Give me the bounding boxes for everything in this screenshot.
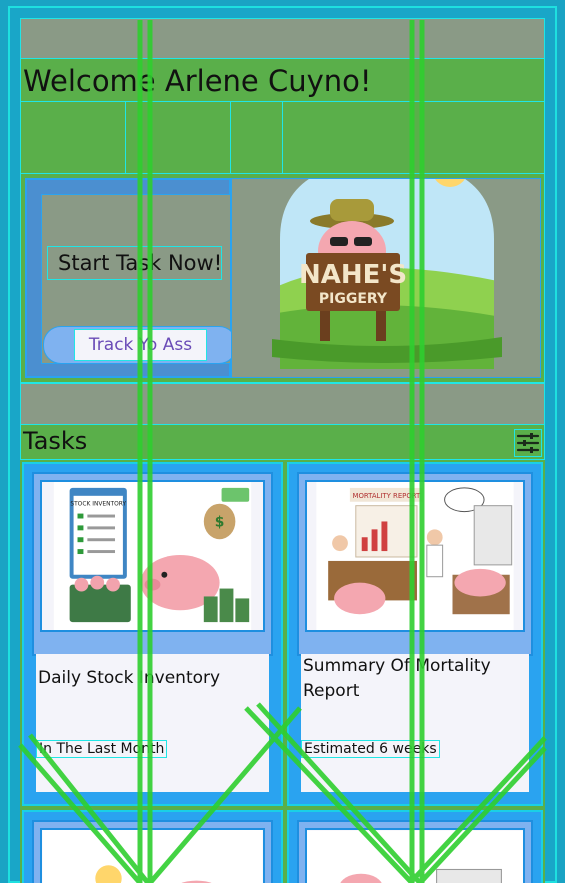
task-illustration <box>307 830 523 883</box>
task-illustration <box>42 830 263 883</box>
start-task-button[interactable]: Start Task Now! <box>47 246 222 280</box>
sliders-icon <box>516 433 540 453</box>
task-name: Daily Stock Inventory <box>38 668 221 688</box>
section-gap <box>20 383 545 425</box>
hero-actions: Start Task Now! Track Yo Ass <box>25 178 237 378</box>
hero-panel: Start Task Now! Track Yo Ass NAHE'S PIGG… <box>20 161 545 383</box>
card-body: Daily Stock Inventory In The Last Month <box>36 654 269 792</box>
logo-area: NAHE'S PIGGERY <box>231 161 541 378</box>
svg-text:PIGGERY: PIGGERY <box>319 291 388 307</box>
track-button-wrap: Track Yo Ass <box>43 326 237 364</box>
tasks-title: Tasks <box>23 427 88 455</box>
piggery-logo: NAHE'S PIGGERY <box>272 161 502 369</box>
task-card[interactable] <box>287 810 543 883</box>
card-body: Summary Of Mortality Report Estimated 6 … <box>301 654 529 792</box>
welcome-heading: Welcome Arlene Cuyno! <box>20 58 545 102</box>
svg-text:MORTALITY REPORT: MORTALITY REPORT <box>353 492 422 500</box>
svg-text:STOCK INVENTORY: STOCK INVENTORY <box>70 502 126 508</box>
top-bar <box>20 18 545 60</box>
stock-inventory-illustration: STOCK INVENTORY $ <box>53 482 252 630</box>
task-card[interactable] <box>22 810 283 883</box>
task-card[interactable]: MORTALITY REPORT Summary Of Mortality Re… <box>287 462 543 806</box>
task-meta: Estimated 6 weeks <box>301 740 440 758</box>
mortality-report-illustration: MORTALITY REPORT <box>316 482 514 630</box>
tasks-header: Tasks <box>20 424 545 460</box>
tasks-grid: STOCK INVENTORY $ Daily Stock Inventory … <box>20 460 545 883</box>
task-card[interactable]: STOCK INVENTORY $ Daily Stock Inventory … <box>22 462 283 806</box>
svg-text:$: $ <box>215 514 225 530</box>
task-meta: In The Last Month <box>36 740 168 758</box>
pig-icon <box>334 582 386 615</box>
track-button[interactable]: Track Yo Ass <box>74 329 207 361</box>
task-name: Summary Of Mortality Report <box>303 656 491 701</box>
filter-button[interactable] <box>514 429 542 457</box>
header-strip <box>20 101 545 175</box>
svg-text:NAHE'S: NAHE'S <box>299 260 407 290</box>
